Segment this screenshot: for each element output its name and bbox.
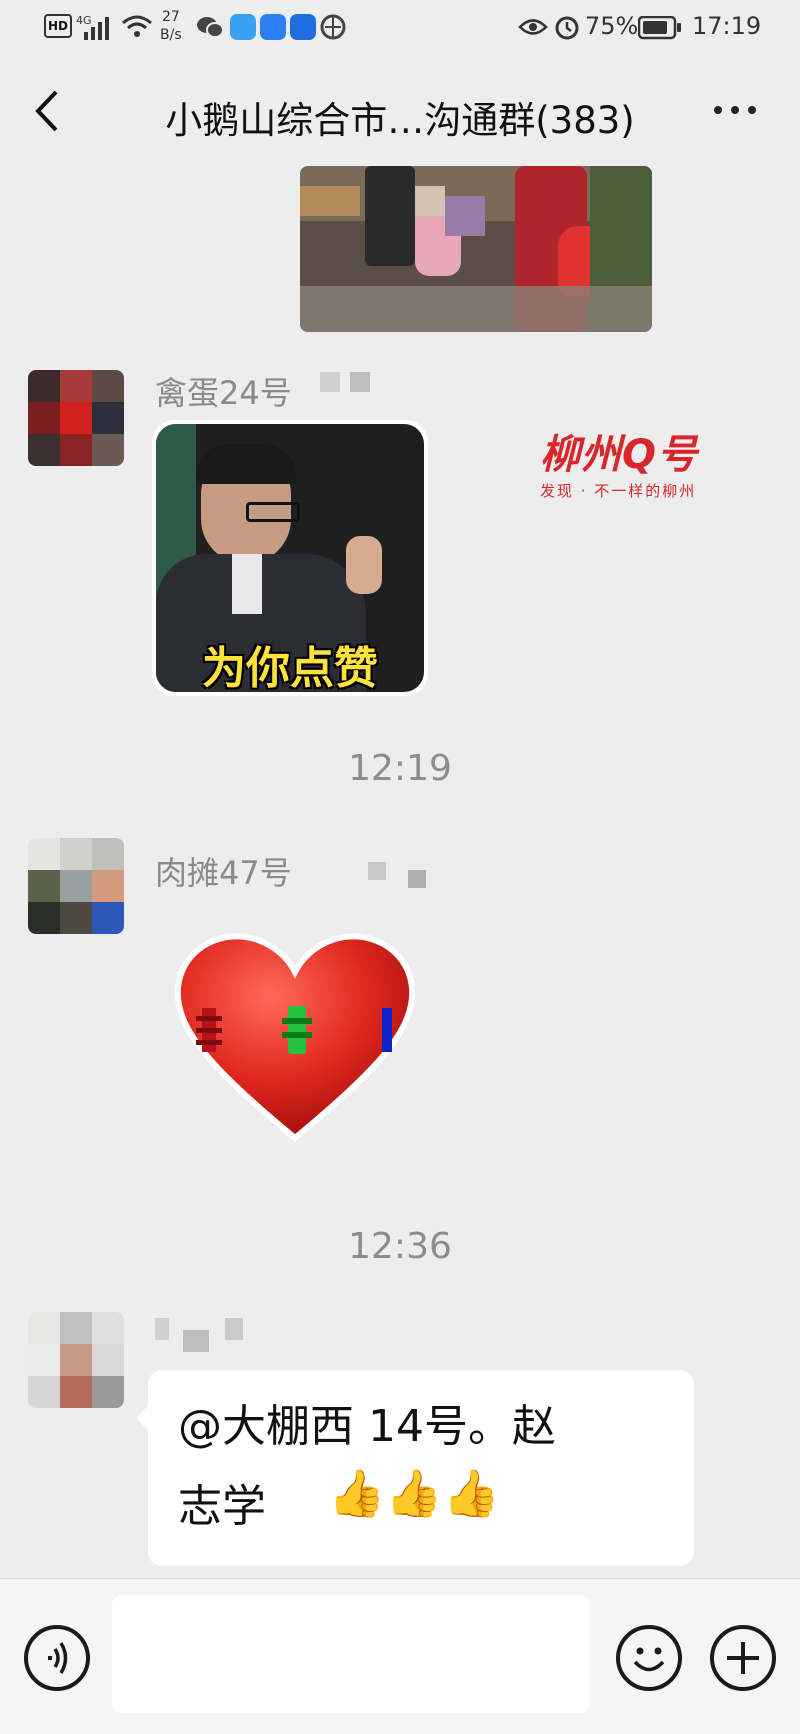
avatar[interactable] — [28, 838, 124, 934]
net-speed-unit: B/s — [160, 27, 182, 43]
timestamp: 12:19 — [348, 748, 452, 789]
thumbs-up-hand — [346, 536, 382, 594]
sticker-message[interactable]: 为你点赞 — [152, 420, 428, 696]
input-bar — [0, 1578, 800, 1734]
title-bar: 小鹅山综合市…沟通群(383) — [0, 56, 800, 166]
alarm-icon — [555, 16, 579, 40]
blurred-name-part — [368, 862, 448, 888]
weather-app-icon — [230, 14, 256, 40]
hair — [196, 444, 296, 484]
message-line-1: @大棚西 14号。赵 — [178, 1401, 556, 1452]
browser-icon — [320, 14, 346, 40]
battery-icon — [638, 16, 681, 40]
avatar[interactable] — [28, 1312, 124, 1408]
signal-icon — [84, 17, 109, 40]
plus-icon — [727, 1642, 759, 1674]
heart-icon — [174, 933, 416, 1142]
back-button[interactable] — [28, 86, 68, 136]
search-app-icon — [260, 14, 286, 40]
sender-name: 禽蛋24号 — [155, 374, 292, 412]
status-bar: HD 4G 27 B/s 75% 17:19 — [0, 0, 800, 56]
chevron-left-icon — [35, 90, 58, 132]
sticker-caption: 为你点赞 — [202, 643, 378, 692]
emoji-button[interactable] — [616, 1625, 682, 1691]
clock: 17:19 — [692, 12, 762, 40]
voice-icon — [48, 1642, 68, 1674]
wechat-icon — [197, 17, 224, 38]
voice-button[interactable] — [24, 1625, 90, 1691]
sender-name: 肉摊47号 — [155, 854, 292, 892]
battery-percent: 75% — [585, 12, 639, 40]
thumbs-up-emoji: 👍👍👍 — [328, 1466, 500, 1520]
watermark-logo: 柳州Q号 — [540, 422, 720, 478]
timestamp: 12:36 — [348, 1226, 452, 1267]
smiley-icon — [633, 1647, 665, 1672]
person-figure — [365, 166, 415, 266]
more-dots-icon — [714, 106, 722, 114]
avatar[interactable] — [28, 370, 124, 466]
more-button[interactable] — [700, 86, 770, 136]
watermark-slogan: 发现 · 不一样的柳州 — [540, 482, 697, 500]
wifi-icon — [122, 15, 152, 37]
hd-badge: HD — [44, 14, 72, 38]
blurred-name-part — [320, 372, 400, 392]
message-input[interactable] — [112, 1595, 590, 1713]
tips-app-icon — [290, 14, 316, 40]
eye-icon — [518, 19, 548, 35]
blurred-sender-name — [155, 1318, 275, 1352]
image-message[interactable] — [300, 166, 652, 332]
heart-sticker[interactable] — [170, 928, 420, 1148]
more-functions-button[interactable] — [710, 1625, 776, 1691]
watermark-brand: 柳州Q号 — [540, 432, 699, 478]
glasses — [246, 502, 300, 522]
net-speed-value: 27 — [162, 9, 180, 25]
message-line-2: 志学 — [178, 1481, 266, 1532]
text-message-bubble[interactable]: @大棚西 14号。赵 志学 👍👍👍 — [136, 1370, 694, 1566]
chat-title: 小鹅山综合市…沟通群(383) — [165, 99, 635, 142]
